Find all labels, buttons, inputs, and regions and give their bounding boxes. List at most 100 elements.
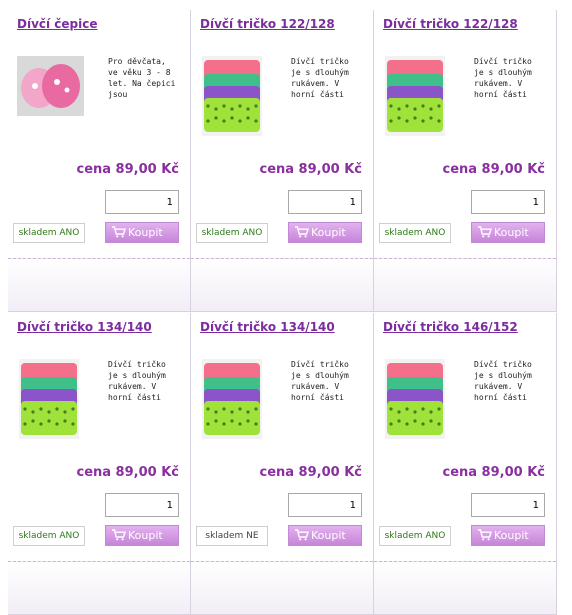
quantity-input[interactable] bbox=[288, 190, 362, 214]
shirt-dot bbox=[405, 104, 409, 108]
product-grid: Dívčí čepice Pro děvčata, ve věku 3 - 8 … bbox=[0, 0, 572, 615]
shirt-dot bbox=[254, 104, 258, 108]
shirt-dot bbox=[222, 119, 226, 123]
stock-status-badge: skladem ANO bbox=[13, 526, 85, 546]
product-title-link[interactable]: Dívčí tričko 122/128 bbox=[200, 17, 335, 31]
card-footer bbox=[8, 258, 190, 311]
lime-shirt-icon bbox=[204, 401, 260, 435]
product-title-link[interactable]: Dívčí tričko 146/152 bbox=[383, 320, 518, 334]
product-image[interactable] bbox=[19, 359, 79, 439]
stock-status-badge: skladem NE bbox=[196, 526, 268, 546]
shirt-dot bbox=[397, 419, 401, 423]
buy-button[interactable]: Koupit bbox=[471, 525, 545, 546]
shirt-dot bbox=[206, 407, 210, 411]
shirt-dot bbox=[222, 104, 226, 108]
shirt-dot bbox=[397, 107, 401, 111]
shirts-stack-icon bbox=[385, 56, 445, 136]
shirt-dot bbox=[246, 107, 250, 111]
product-description: Dívčí tričko je s dlouhým rukávem. V hor… bbox=[291, 360, 349, 402]
buy-button[interactable]: Koupit bbox=[471, 222, 545, 243]
buy-button-label: Koupit bbox=[494, 226, 529, 239]
pink-caps-icon bbox=[17, 56, 84, 116]
buy-button-label: Koupit bbox=[311, 226, 346, 239]
shirt-dot bbox=[71, 422, 75, 426]
stock-status-badge: skladem ANO bbox=[379, 526, 451, 546]
shirt-dot bbox=[230, 107, 234, 111]
shirt-dot bbox=[405, 119, 409, 123]
buy-button[interactable]: Koupit bbox=[288, 525, 362, 546]
shirt-dot bbox=[254, 119, 258, 123]
shirt-dot bbox=[254, 422, 258, 426]
buy-button[interactable]: Koupit bbox=[288, 222, 362, 243]
shirt-dot bbox=[31, 410, 35, 414]
cart-icon bbox=[112, 529, 126, 541]
shirt-dot bbox=[246, 419, 250, 423]
shirt-dot bbox=[230, 410, 234, 414]
product-card: Dívčí čepice Pro děvčata, ve věku 3 - 8 … bbox=[8, 10, 191, 312]
card-footer bbox=[191, 258, 373, 311]
product-price: cena 89,00 Kč bbox=[259, 162, 362, 177]
shirt-dot bbox=[246, 410, 250, 414]
quantity-input[interactable] bbox=[105, 190, 179, 214]
product-image[interactable] bbox=[385, 359, 445, 439]
stock-status-badge: skladem ANO bbox=[379, 223, 451, 243]
shirt-dot bbox=[222, 422, 226, 426]
shirt-dot bbox=[405, 422, 409, 426]
cap-flower-icon bbox=[32, 83, 38, 89]
product-title-link[interactable]: Dívčí tričko 134/140 bbox=[200, 320, 335, 334]
quantity-input[interactable] bbox=[288, 493, 362, 517]
shirt-dot bbox=[413, 419, 417, 423]
product-card: Dívčí tričko 134/140 Dívčí tričko je s d… bbox=[191, 313, 374, 615]
product-image[interactable] bbox=[385, 56, 445, 136]
shirt-dot bbox=[47, 419, 51, 423]
shirt-dot bbox=[206, 104, 210, 108]
card-footer bbox=[191, 561, 373, 614]
shirts-stack-icon bbox=[202, 56, 262, 136]
shirt-dot bbox=[389, 422, 393, 426]
shirt-dot bbox=[31, 419, 35, 423]
cart-icon bbox=[478, 226, 492, 238]
quantity-input[interactable] bbox=[471, 493, 545, 517]
shirt-dot bbox=[397, 410, 401, 414]
product-card: Dívčí tričko 146/152 Dívčí tričko je s d… bbox=[374, 313, 557, 615]
shirt-dot bbox=[421, 104, 425, 108]
shirt-dot bbox=[23, 422, 27, 426]
product-title-link[interactable]: Dívčí tričko 122/128 bbox=[383, 17, 518, 31]
shirt-dot bbox=[63, 410, 67, 414]
product-title-link[interactable]: Dívčí tričko 134/140 bbox=[17, 320, 152, 334]
shirt-dot bbox=[413, 410, 417, 414]
lime-shirt-icon bbox=[21, 401, 77, 435]
shirt-dot bbox=[39, 407, 43, 411]
shirt-dot bbox=[421, 407, 425, 411]
quantity-input[interactable] bbox=[105, 493, 179, 517]
product-description: Dívčí tričko je s dlouhým rukávem. V hor… bbox=[108, 360, 166, 402]
buy-button[interactable]: Koupit bbox=[105, 525, 179, 546]
product-description: Dívčí tričko je s dlouhým rukávem. V hor… bbox=[474, 360, 532, 402]
shirt-dot bbox=[437, 104, 441, 108]
shirt-dot bbox=[206, 422, 210, 426]
product-price: cena 89,00 Kč bbox=[442, 465, 545, 480]
shirts-stack-icon bbox=[385, 359, 445, 439]
cart-icon bbox=[295, 226, 309, 238]
shirt-dot bbox=[214, 107, 218, 111]
product-title-link[interactable]: Dívčí čepice bbox=[17, 17, 98, 31]
cart-icon bbox=[295, 529, 309, 541]
card-footer bbox=[8, 561, 190, 614]
product-price: cena 89,00 Kč bbox=[76, 465, 179, 480]
product-card: Dívčí tričko 134/140 Dívčí tričko je s d… bbox=[8, 313, 191, 615]
shirt-dot bbox=[230, 419, 234, 423]
shirt-dot bbox=[413, 116, 417, 120]
cap-flower-icon bbox=[64, 87, 70, 93]
product-image[interactable] bbox=[17, 56, 84, 116]
product-image[interactable] bbox=[202, 359, 262, 439]
quantity-input[interactable] bbox=[471, 190, 545, 214]
buy-button[interactable]: Koupit bbox=[105, 222, 179, 243]
cart-icon bbox=[112, 226, 126, 238]
shirt-dot bbox=[421, 119, 425, 123]
product-image[interactable] bbox=[202, 56, 262, 136]
shirt-dot bbox=[206, 119, 210, 123]
shirt-dot bbox=[437, 119, 441, 123]
shirt-dot bbox=[238, 422, 242, 426]
shirt-dot bbox=[405, 407, 409, 411]
card-footer bbox=[374, 561, 556, 614]
